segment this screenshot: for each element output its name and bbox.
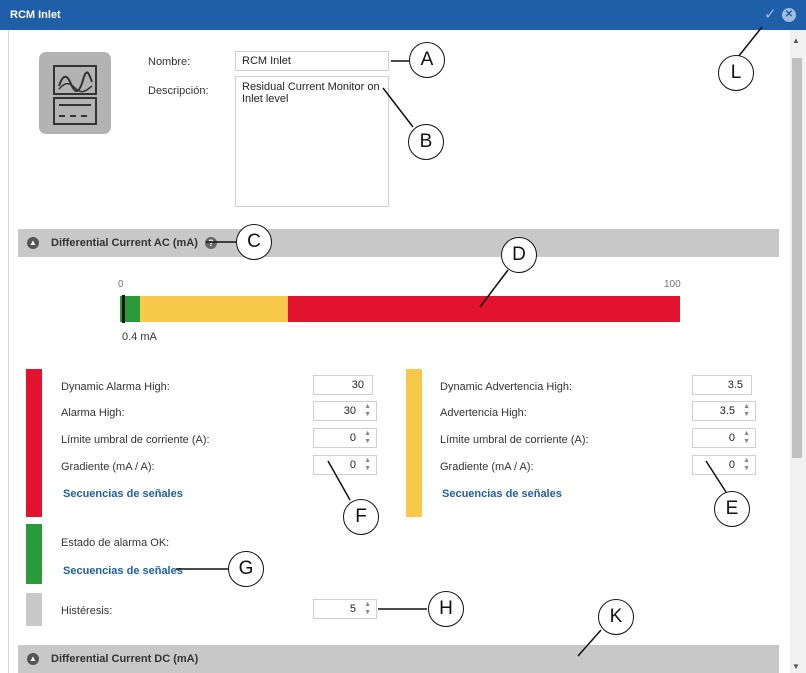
alarm-threshold-label: Límite umbral de corriente (A): xyxy=(61,434,210,446)
alarm-color-stripe xyxy=(26,369,42,517)
confirm-check-icon[interactable]: ✓ xyxy=(764,7,777,22)
warning-signal-sequences-link[interactable]: Secuencias de señales xyxy=(442,488,562,500)
warning-threshold-stepper[interactable]: 0 ▲ ▼ xyxy=(692,428,756,448)
warning-color-stripe xyxy=(406,369,422,517)
hysteresis-label: Histéresis: xyxy=(61,605,113,617)
name-input[interactable]: RCM Inlet xyxy=(235,51,389,71)
callout-k: K xyxy=(598,599,634,635)
window-title: RCM Inlet xyxy=(10,9,61,21)
sensor-logo-icon xyxy=(39,52,111,134)
current-value-label: 0.4 mA xyxy=(122,331,157,343)
name-label: Nombre: xyxy=(148,56,191,68)
alarm-signal-sequences-link[interactable]: Secuencias de señales xyxy=(63,488,183,500)
callout-e: E xyxy=(714,491,750,527)
stepper-arrows-icon[interactable]: ▲ ▼ xyxy=(364,601,371,617)
hysteresis-stepper[interactable]: 5 ▲ ▼ xyxy=(313,599,377,619)
hysteresis-color-stripe xyxy=(26,593,42,626)
alarm-gradient-label: Gradiente (mA / A): xyxy=(61,461,155,473)
section-title-dc: Differential Current DC (mA) xyxy=(51,653,199,665)
callout-l: L xyxy=(718,55,754,91)
gauge-min-label: 0 xyxy=(118,279,124,290)
callout-g: G xyxy=(228,551,264,587)
gauge-segment xyxy=(139,296,288,322)
scroll-up-arrow-icon[interactable]: ▲ xyxy=(792,36,800,45)
ok-state-label: Estado de alarma OK: xyxy=(61,537,170,549)
dynamic-warning-high-value: 3.5 xyxy=(692,375,752,395)
scrollbar-thumb[interactable] xyxy=(792,58,802,458)
alarm-high-label: Alarma High: xyxy=(61,407,125,419)
callout-h: H xyxy=(428,591,464,627)
callout-d: D xyxy=(501,237,537,273)
dynamic-alarm-high-label: Dynamic Alarma High: xyxy=(61,381,170,393)
callout-f: F xyxy=(343,499,379,535)
scroll-down-arrow-icon[interactable]: ▼ xyxy=(792,662,800,671)
alarm-gradient-stepper[interactable]: 0 ▲ ▼ xyxy=(313,455,377,475)
warning-gradient-label: Gradiente (mA / A): xyxy=(440,461,534,473)
gauge-max-label: 100 xyxy=(664,279,681,290)
hysteresis-value: 5 xyxy=(349,603,356,615)
alarm-threshold-value: 0 xyxy=(349,432,356,444)
stepper-arrows-icon[interactable]: ▲ ▼ xyxy=(364,430,371,446)
section-header-ac[interactable]: ▲ Differential Current AC (mA) ? xyxy=(18,229,779,257)
warning-high-stepper[interactable]: 3.5 ▲ ▼ xyxy=(692,401,756,421)
close-icon[interactable]: ✕ xyxy=(782,8,796,22)
current-value-marker xyxy=(122,295,126,323)
window-titlebar: RCM Inlet ✓ ✕ xyxy=(0,0,806,30)
help-icon[interactable]: ? xyxy=(205,237,217,249)
warning-high-value: 3.5 xyxy=(719,405,735,417)
stepper-arrows-icon[interactable]: ▲ ▼ xyxy=(364,457,371,473)
description-label: Descripción: xyxy=(148,85,209,97)
collapse-chevron-icon[interactable]: ▲ xyxy=(27,237,39,249)
alarm-threshold-stepper[interactable]: 0 ▲ ▼ xyxy=(313,428,377,448)
dynamic-warning-high-label: Dynamic Advertencia High: xyxy=(440,381,573,393)
warning-gradient-value: 0 xyxy=(728,459,735,471)
stepper-arrows-icon[interactable]: ▲ ▼ xyxy=(364,403,371,419)
callout-c: C xyxy=(236,224,272,260)
section-header-dc[interactable]: ▲ Differential Current DC (mA) xyxy=(18,645,779,673)
ok-signal-sequences-link[interactable]: Secuencias de señales xyxy=(63,565,183,577)
threshold-gauge-bar xyxy=(120,296,680,322)
callout-a: A xyxy=(409,42,445,78)
ok-color-stripe xyxy=(26,524,42,584)
alarm-high-stepper[interactable]: 30 ▲ ▼ xyxy=(313,401,377,421)
section-title-ac: Differential Current AC (mA) xyxy=(51,237,198,249)
stepper-arrows-icon[interactable]: ▲ ▼ xyxy=(743,430,750,446)
warning-gradient-stepper[interactable]: 0 ▲ ▼ xyxy=(692,455,756,475)
callout-b: B xyxy=(408,124,444,160)
collapse-chevron-icon[interactable]: ▲ xyxy=(27,653,39,665)
warning-threshold-value: 0 xyxy=(728,432,735,444)
warning-high-label: Advertencia High: xyxy=(440,407,527,419)
warning-threshold-label: Límite umbral de corriente (A): xyxy=(440,434,589,446)
stepper-arrows-icon[interactable]: ▲ ▼ xyxy=(743,403,750,419)
description-textarea[interactable]: Residual Current Monitor on Inlet level xyxy=(235,76,389,207)
alarm-gradient-value: 0 xyxy=(349,459,356,471)
stepper-arrows-icon[interactable]: ▲ ▼ xyxy=(743,457,750,473)
dynamic-alarm-high-value: 30 xyxy=(313,375,373,395)
alarm-high-value: 30 xyxy=(343,405,356,417)
gauge-segment xyxy=(288,296,680,322)
